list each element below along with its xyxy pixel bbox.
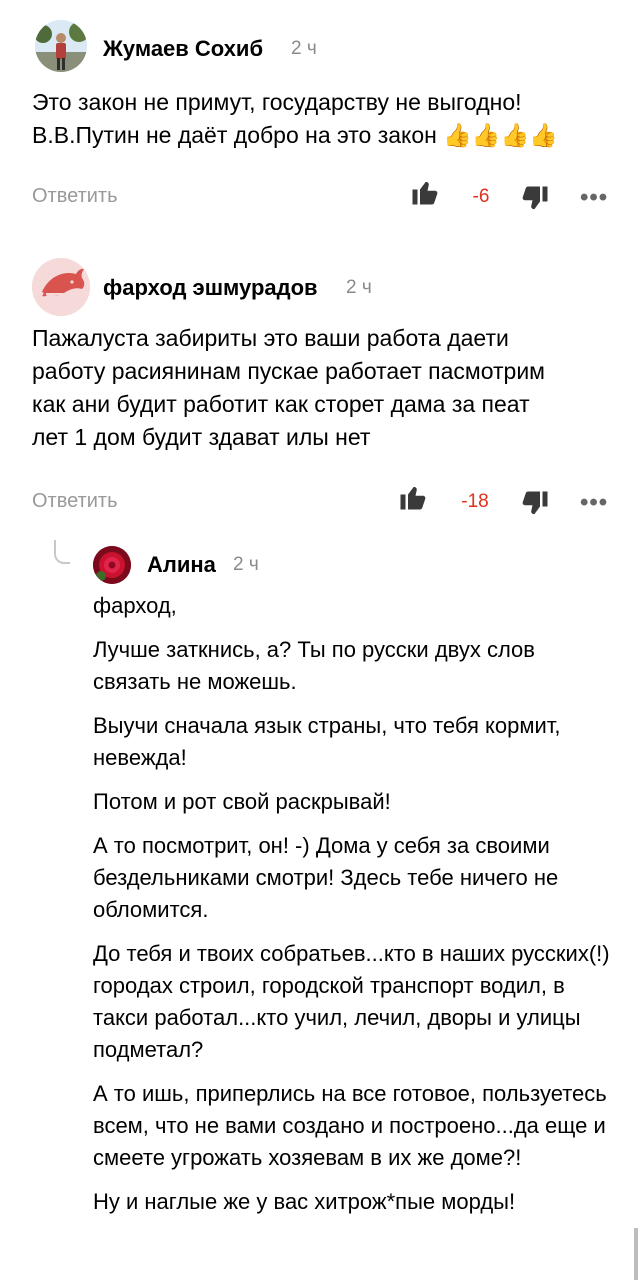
comment-time: 2 ч <box>346 277 372 298</box>
person-photo-avatar-icon <box>35 20 87 72</box>
reply-button[interactable]: Ответить <box>32 185 118 208</box>
more-options-button[interactable]: ••• <box>580 184 608 212</box>
comment-text-line: работу расиянинам пускае работает пасмот… <box>32 358 545 384</box>
comment-time: 2 ч <box>291 38 317 59</box>
reply-author[interactable]: Алина <box>147 552 216 578</box>
comment-text: Это закон не примут, государству не выго… <box>32 86 622 152</box>
comment-text-line: Пажалуста забириты это ваши работа даети <box>32 325 509 351</box>
reply-paragraph: Ну и наглые же у вас хитрож*пые морды! <box>93 1189 516 1214</box>
reply-paragraph: Выучи сначала язык страны, что тебя корм… <box>93 713 561 770</box>
reply-thread-connector <box>54 540 70 564</box>
comment-text: Пажалуста забириты это ваши работа даети… <box>32 322 632 454</box>
flower-photo-avatar-icon <box>93 546 131 584</box>
dolphin-avatar-icon <box>32 258 90 316</box>
more-options-button[interactable]: ••• <box>580 489 608 517</box>
like-button[interactable] <box>398 481 428 518</box>
like-button[interactable] <box>410 176 440 213</box>
dislike-button[interactable] <box>520 183 550 220</box>
reply-paragraph: А то посмотрит, он! -) Дома у себя за св… <box>93 833 559 922</box>
thumb-down-icon <box>522 491 548 515</box>
reply-paragraph: фарход, <box>93 593 177 618</box>
comment-author[interactable]: фарход эшмурадов <box>103 275 318 301</box>
reply-paragraph: До тебя и твоих собратьев...кто в наших … <box>93 941 610 1062</box>
comment-text-line: В.В.Путин не даёт добро на это закон 👍👍👍… <box>32 119 622 152</box>
reply-paragraph: Потом и рот свой раскрывай! <box>93 789 391 814</box>
reply-time: 2 ч <box>233 554 259 575</box>
scrollbar[interactable] <box>634 1228 638 1280</box>
thumb-down-icon <box>522 186 548 210</box>
dislike-button[interactable] <box>520 488 550 525</box>
comment-score: -18 <box>461 491 489 512</box>
comment-text-line: лет 1 дом будит здават илы нет <box>32 424 371 450</box>
reply-button[interactable]: Ответить <box>32 490 118 513</box>
comment-score: -6 <box>472 186 490 207</box>
avatar[interactable] <box>93 546 131 584</box>
comment-text-line: как ани будит работит как сторет дама за… <box>32 391 530 417</box>
avatar[interactable] <box>32 258 90 316</box>
comment-author[interactable]: Жумаев Сохиб <box>103 36 263 62</box>
thumbs-up-emoji: 👍👍👍👍 <box>443 122 558 148</box>
reply-text: фарход, Лучше заткнись, а? Ты по русски … <box>93 590 618 1230</box>
comment-text-line: Это закон не примут, государству не выго… <box>32 89 522 115</box>
comment-text-line: В.В.Путин не даёт добро на это закон <box>32 122 437 148</box>
thumb-up-icon <box>412 182 438 205</box>
avatar[interactable] <box>35 20 87 72</box>
reply-paragraph: А то ишь, приперлись на все готовое, пол… <box>93 1081 607 1170</box>
reply-paragraph: Лучше заткнись, а? Ты по русски двух сло… <box>93 637 535 694</box>
thumb-up-icon <box>400 487 426 510</box>
